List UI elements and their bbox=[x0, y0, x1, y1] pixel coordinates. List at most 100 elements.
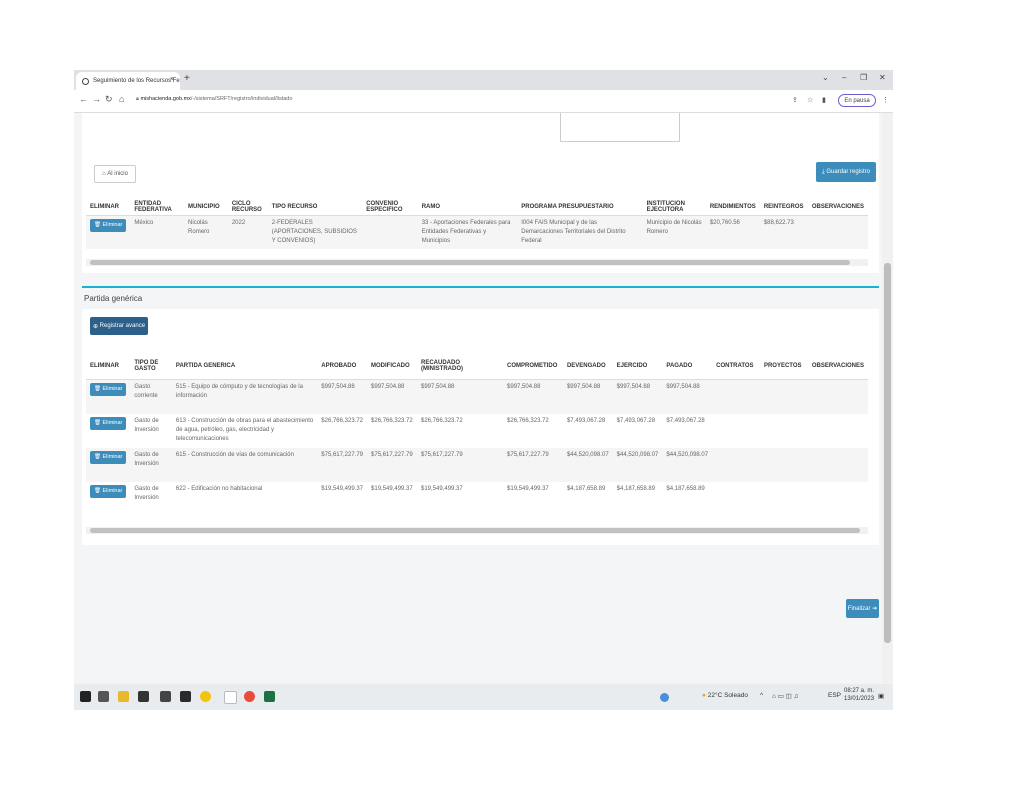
modificado-cell: $997,504.88 bbox=[371, 384, 405, 390]
recaudado-cell: $75,617,227.79 bbox=[421, 451, 463, 458]
arrow-right-icon: ➔ bbox=[870, 606, 878, 612]
col-header: PROYECTOS bbox=[759, 353, 808, 380]
devengado-cell: $7,493,067.28 bbox=[566, 417, 606, 424]
col-header: PARTIDA GENERICA bbox=[171, 353, 318, 380]
registro-card: ⌂ Al inicio ⤓ Guardar registro ELIMINAR … bbox=[82, 113, 879, 273]
finish-button[interactable]: Finalizar ➔ bbox=[846, 599, 879, 618]
municipio-cell: Nicolás Romero bbox=[188, 220, 210, 235]
file-explorer-icon[interactable] bbox=[118, 691, 129, 702]
col-header: RENDIMIENTOS bbox=[705, 199, 760, 216]
reintegros-cell: $88,622.73 bbox=[763, 220, 794, 226]
weather-text: 22°C Soleado bbox=[707, 692, 748, 699]
table-row: 🗑︎ Eliminar Gasto corriente 515 - Equipo… bbox=[86, 379, 868, 414]
horizontal-scrollbar[interactable] bbox=[86, 527, 868, 534]
back-to-start-button[interactable]: ⌂ Al inicio bbox=[94, 165, 136, 183]
tray-chevron-icon[interactable]: ^ bbox=[760, 692, 763, 699]
language-indicator[interactable]: ESP bbox=[828, 692, 841, 699]
tray-icons[interactable]: ⌂ ▭ ◫ ♫ bbox=[772, 692, 799, 700]
maximize-button[interactable]: ❐ bbox=[860, 73, 867, 82]
star-icon[interactable]: ☆ bbox=[807, 96, 813, 104]
clock-date: 13/01/2023 bbox=[844, 696, 875, 702]
delete-button[interactable]: 🗑︎ Eliminar bbox=[90, 484, 127, 498]
windows-taskbar: ● 22°C Soleado ^ ⌂ ▭ ◫ ♫ ESP 08:27 a. m.… bbox=[74, 684, 893, 710]
back-arrow-icon[interactable]: ← bbox=[79, 94, 88, 104]
register-progress-button[interactable]: ⊕ Registrar avance bbox=[90, 317, 148, 335]
notifications-icon[interactable]: ▣ bbox=[878, 692, 884, 700]
ejercido-cell: $4,187,658.89 bbox=[616, 485, 656, 492]
new-tab-button[interactable]: + bbox=[184, 73, 190, 84]
delete-cell: 🗑︎ Eliminar bbox=[86, 380, 130, 414]
notepad-icon[interactable] bbox=[224, 691, 237, 704]
plus-circle-icon: ⊕ bbox=[92, 323, 100, 330]
delete-cell: 🗑︎ Eliminar bbox=[86, 482, 130, 516]
save-record-button[interactable]: ⤓ Guardar registro bbox=[816, 162, 876, 182]
proyectos-cell bbox=[760, 482, 808, 516]
clock-time: 08:27 a. m. bbox=[844, 688, 875, 694]
tipo-gasto-cell: Gasto de Inversión bbox=[134, 451, 159, 467]
ejercido-cell: $7,493,067.28 bbox=[616, 417, 656, 424]
delete-button[interactable]: 🗑︎ Eliminar bbox=[90, 416, 127, 430]
ramo-cell: 33 - Aportaciones Federales para Entidad… bbox=[421, 220, 511, 244]
minimize-button[interactable]: – bbox=[842, 73, 846, 82]
chrome-icon[interactable] bbox=[244, 691, 255, 702]
delete-button[interactable]: 🗑︎ Eliminar bbox=[90, 219, 127, 232]
observaciones-textarea[interactable] bbox=[560, 113, 680, 142]
ejercido-cell: $997,504.88 bbox=[616, 384, 651, 390]
browser-tab[interactable]: Seguimiento de los Recursos Fe × bbox=[76, 72, 180, 90]
url-path: /-/sistema/SRFT/registro/individual/list… bbox=[190, 96, 293, 102]
horizontal-scrollbar[interactable] bbox=[86, 259, 868, 266]
url-field[interactable]: 🔒︎ mishacienda.gob.mx/-/sistema/SRFT/reg… bbox=[136, 96, 292, 103]
col-header: REINTEGROS bbox=[759, 199, 808, 216]
institucion-cell: Municipio de Nicolás Romero bbox=[646, 220, 702, 235]
aprobado-cell: $26,766,323.72 bbox=[321, 417, 364, 424]
menu-dots-icon[interactable]: ⋮ bbox=[882, 96, 889, 104]
partida-cell: 615 - Construcción de vías de comunicaci… bbox=[175, 451, 294, 458]
aprobado-cell: $19,549,499.37 bbox=[321, 485, 364, 492]
delete-label: Eliminar bbox=[102, 453, 123, 460]
recaudado-cell: $997,504.88 bbox=[421, 384, 455, 390]
profile-pause-button[interactable]: En pausa bbox=[838, 94, 876, 107]
chevron-down-icon[interactable]: ⌄ bbox=[822, 73, 829, 82]
settings-icon[interactable] bbox=[200, 691, 211, 702]
col-header: ELIMINAR bbox=[86, 199, 131, 216]
pagado-cell: $4,187,658.89 bbox=[666, 485, 705, 492]
share-icon[interactable]: ⇪ bbox=[792, 96, 798, 104]
rendimientos-cell: $20,760.56 bbox=[709, 220, 740, 226]
window-close-button[interactable]: ✕ bbox=[879, 73, 886, 82]
calculator-icon[interactable] bbox=[160, 691, 171, 702]
back-label: Al inicio bbox=[107, 171, 128, 177]
vertical-scrollbar[interactable] bbox=[882, 113, 893, 683]
scrollbar-thumb[interactable] bbox=[884, 263, 891, 643]
sidebar-icon[interactable]: ▮ bbox=[822, 96, 826, 104]
pause-label: En pausa bbox=[844, 97, 870, 104]
camera-icon[interactable] bbox=[180, 691, 191, 702]
pagado-cell: $44,520,098.07 bbox=[666, 451, 709, 458]
col-header: EJERCIDO bbox=[612, 353, 663, 380]
delete-button[interactable]: 🗑︎ Eliminar bbox=[90, 383, 127, 396]
modificado-cell: $75,617,227.79 bbox=[371, 451, 413, 458]
task-view-icon[interactable] bbox=[98, 691, 109, 702]
delete-label: Eliminar bbox=[102, 487, 123, 494]
app-icon[interactable] bbox=[138, 691, 149, 702]
tab-close-icon[interactable]: × bbox=[170, 76, 174, 83]
home-icon[interactable]: ⌂ bbox=[119, 94, 124, 104]
save-label: Guardar registro bbox=[826, 169, 870, 175]
weather-widget[interactable]: ● 22°C Soleado bbox=[702, 692, 748, 699]
recaudado-cell: $19,549,499.37 bbox=[421, 485, 463, 492]
forward-arrow-icon[interactable]: → bbox=[92, 94, 101, 104]
start-icon[interactable] bbox=[80, 691, 91, 702]
col-header: CONTRATOS bbox=[712, 353, 760, 380]
network-app-icon[interactable] bbox=[660, 693, 669, 702]
scrollbar-thumb[interactable] bbox=[90, 260, 850, 265]
scrollbar-thumb[interactable] bbox=[90, 528, 860, 533]
comprometido-cell: $997,504.88 bbox=[507, 384, 541, 390]
contratos-cell bbox=[712, 482, 760, 516]
table-row: 🗑︎ Eliminar México Nicolás Romero 2022 2… bbox=[86, 215, 868, 249]
excel-icon[interactable] bbox=[264, 691, 275, 702]
delete-button[interactable]: 🗑︎ Eliminar bbox=[90, 450, 127, 464]
table-row: 🗑︎ Eliminar Gasto de Inversión 622 - Edi… bbox=[86, 482, 868, 516]
clock[interactable]: 08:27 a. m. 13/01/2023 bbox=[844, 687, 874, 703]
col-header: APROBADO bbox=[317, 353, 368, 380]
reload-icon[interactable]: ↻ bbox=[105, 94, 113, 105]
delete-cell: 🗑︎ Eliminar bbox=[86, 448, 130, 482]
